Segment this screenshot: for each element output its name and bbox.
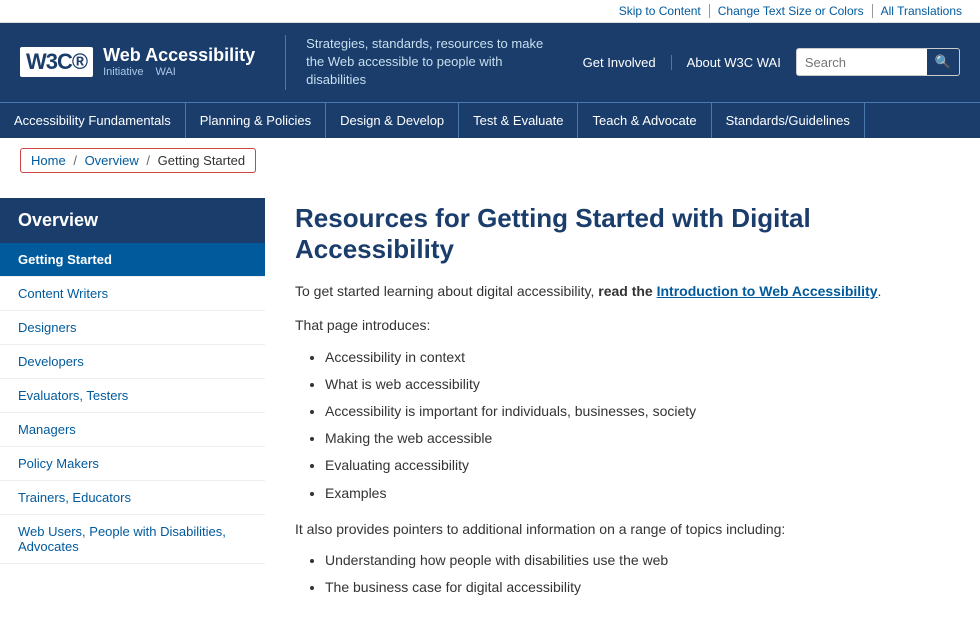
list-item: Making the web accessible (325, 426, 950, 451)
sidebar-item-getting-started[interactable]: Getting Started (0, 243, 265, 277)
nav-accessibility-fundamentals[interactable]: Accessibility Fundamentals (0, 103, 186, 138)
header-right: Get Involved About W3C WAI 🔍 (583, 48, 960, 76)
nav-standards-guidelines[interactable]: Standards/Guidelines (712, 103, 865, 138)
breadcrumb-sep-1: / (73, 153, 77, 168)
list-item: Accessibility is important for individua… (325, 399, 950, 424)
list-item: Accessibility in context (325, 345, 950, 370)
header-tagline: Strategies, standards, resources to make… (285, 35, 562, 90)
breadcrumb: Home / Overview / Getting Started (20, 148, 256, 173)
breadcrumb-home[interactable]: Home (31, 153, 66, 168)
change-text-size-link[interactable]: Change Text Size or Colors (710, 4, 873, 18)
list-item: Examples (325, 481, 950, 506)
utility-bar: Skip to Content Change Text Size or Colo… (0, 0, 980, 23)
site-header: W3C® Web Accessibility Initiative WAI St… (0, 23, 980, 102)
intro-link[interactable]: Introduction to Web Accessibility (657, 283, 878, 299)
search-form: 🔍 (796, 48, 960, 76)
list-item: The business case for digital accessibil… (325, 575, 950, 600)
intro-end: . (878, 283, 882, 299)
sidebar-item-trainers-educators[interactable]: Trainers, Educators (0, 481, 265, 515)
main-content: Resources for Getting Started with Digit… (265, 183, 980, 633)
sidebar-item-managers[interactable]: Managers (0, 413, 265, 447)
list-item: Understanding how people with disabiliti… (325, 548, 950, 573)
main-nav: Accessibility Fundamentals Planning & Po… (0, 102, 980, 138)
wai-title: Web Accessibility (103, 45, 255, 67)
sidebar-item-designers[interactable]: Designers (0, 311, 265, 345)
intro-text-before: To get started learning about digital ac… (295, 283, 594, 299)
get-involved-link[interactable]: Get Involved (583, 55, 672, 70)
list-item: What is web accessibility (325, 372, 950, 397)
sidebar-item-policy-makers[interactable]: Policy Makers (0, 447, 265, 481)
also-bullets-list: Understanding how people with disabiliti… (325, 548, 950, 600)
nav-test-evaluate[interactable]: Test & Evaluate (459, 103, 578, 138)
also-text: It also provides pointers to additional … (295, 518, 950, 540)
nav-planning-policies[interactable]: Planning & Policies (186, 103, 326, 138)
introduces-text: That page introduces: (295, 314, 950, 336)
sidebar: Overview Getting Started Content Writers… (0, 183, 265, 633)
intro-bold: read the Introduction to Web Accessibili… (598, 283, 877, 299)
nav-design-develop[interactable]: Design & Develop (326, 103, 459, 138)
nav-teach-advocate[interactable]: Teach & Advocate (578, 103, 711, 138)
about-link[interactable]: About W3C WAI (687, 55, 781, 70)
breadcrumb-bar: Home / Overview / Getting Started (0, 138, 980, 183)
sidebar-title: Overview (0, 198, 265, 243)
intro-bullets-list: Accessibility in context What is web acc… (325, 345, 950, 506)
all-translations-link[interactable]: All Translations (873, 4, 970, 18)
wai-subtitle: Initiative WAI (103, 66, 255, 79)
sidebar-nav: Getting Started Content Writers Designer… (0, 243, 265, 564)
sidebar-item-content-writers[interactable]: Content Writers (0, 277, 265, 311)
sidebar-item-web-users[interactable]: Web Users, People with Disabilities, Adv… (0, 515, 265, 564)
intro-paragraph: To get started learning about digital ac… (295, 280, 950, 302)
sidebar-item-evaluators-testers[interactable]: Evaluators, Testers (0, 379, 265, 413)
breadcrumb-sep-2: / (146, 153, 150, 168)
header-nav: Get Involved About W3C WAI (583, 55, 781, 70)
sidebar-item-developers[interactable]: Developers (0, 345, 265, 379)
initiative-label: Initiative (103, 66, 143, 79)
logo-text: Web Accessibility Initiative WAI (103, 45, 255, 80)
logo-area: W3C® Web Accessibility Initiative WAI (20, 45, 255, 80)
skip-to-content-link[interactable]: Skip to Content (611, 4, 710, 18)
breadcrumb-overview[interactable]: Overview (85, 153, 139, 168)
w3c-logo: W3C® (20, 47, 93, 77)
breadcrumb-current: Getting Started (158, 153, 245, 168)
list-item: Evaluating accessibility (325, 453, 950, 478)
search-button[interactable]: 🔍 (927, 49, 959, 75)
wai-label: WAI (155, 66, 175, 79)
page-title: Resources for Getting Started with Digit… (295, 203, 950, 265)
page-layout: Overview Getting Started Content Writers… (0, 183, 980, 633)
search-input[interactable] (797, 50, 927, 75)
